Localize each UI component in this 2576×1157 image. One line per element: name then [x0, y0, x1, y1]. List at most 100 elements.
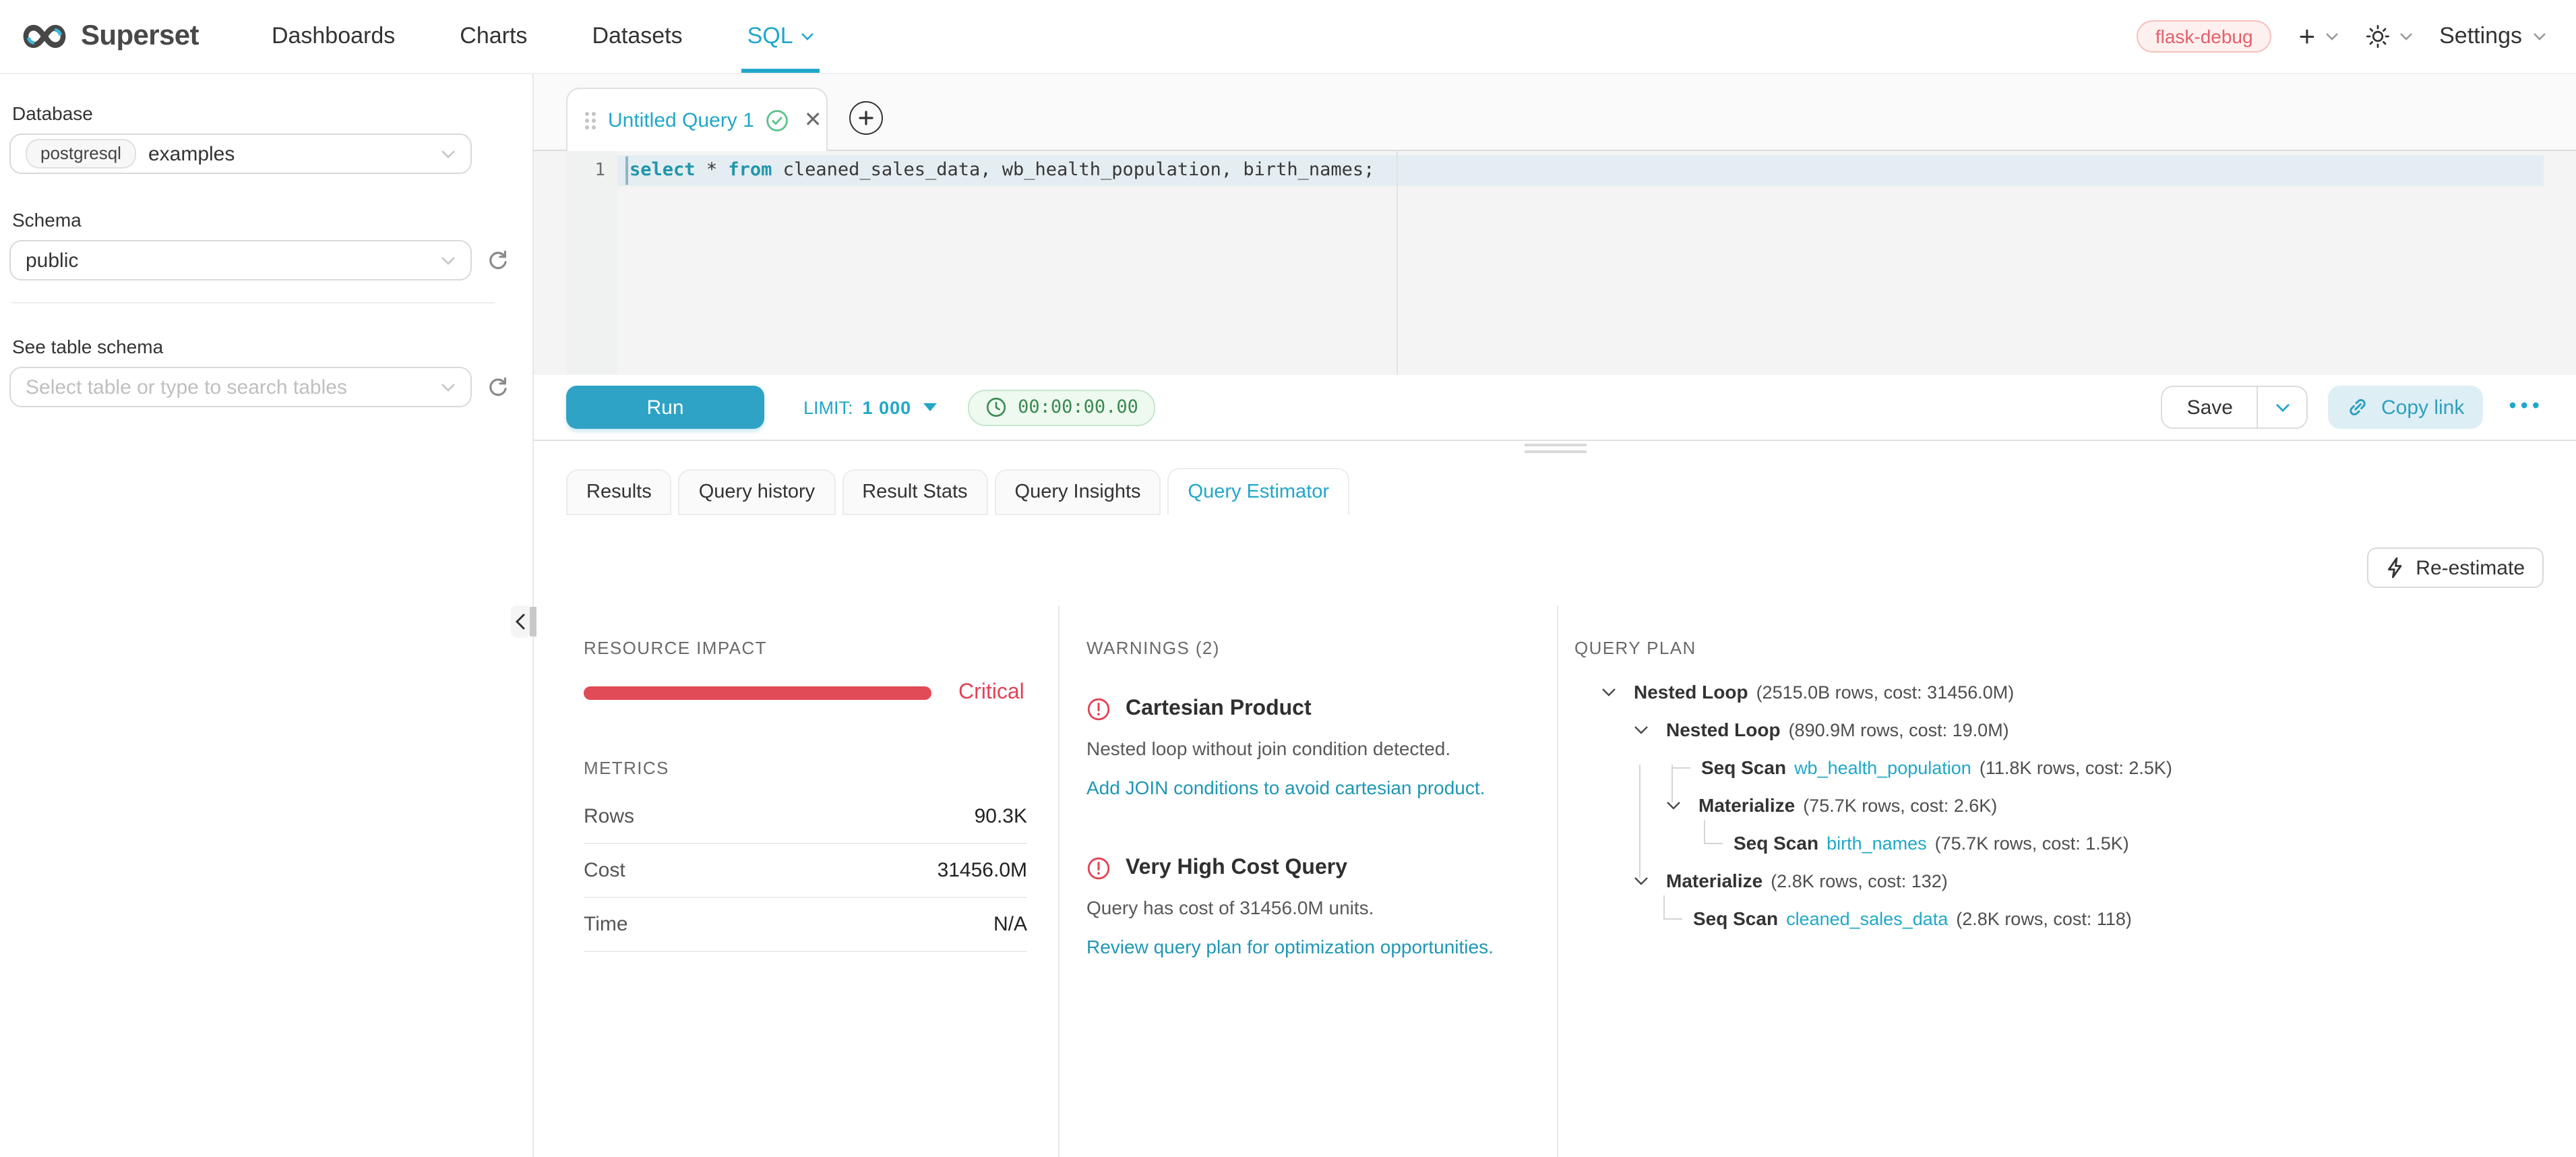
plan-node-nested-loop-inner: Nested Loop (890.9M rows, cost: 19.0M) — [1574, 711, 2549, 748]
settings-menu[interactable]: Settings — [2439, 23, 2546, 50]
warning-suggestion-link[interactable]: Review query plan for optimization oppor… — [1086, 936, 1527, 957]
warnings-section: WARNINGS (2) Cartesian Product Nested lo… — [1058, 605, 1558, 1157]
chevron-down-icon — [2533, 32, 2546, 40]
database-label: Database — [12, 102, 524, 124]
chevron-down-icon — [2275, 403, 2290, 412]
navbar: Superset Dashboards Charts Datasets SQL … — [0, 0, 2576, 74]
reestimate-button[interactable]: Re-estimate — [2367, 547, 2544, 588]
editor-cursor — [625, 156, 628, 185]
tree-connector-line — [1639, 765, 1640, 878]
nav-item-datasets[interactable]: Datasets — [559, 0, 714, 73]
table-schema-label: See table schema — [12, 336, 524, 357]
tree-collapse-caret[interactable] — [1631, 876, 1650, 885]
table-explorer-sidebar: Database postgresql examples Schema publ… — [0, 74, 534, 1157]
nav-item-charts[interactable]: Charts — [427, 0, 559, 73]
save-split-button: Save — [2161, 386, 2308, 429]
limit-dropdown[interactable]: LIMIT:1 000 — [803, 397, 937, 417]
impact-level-label: Critical — [958, 681, 1024, 705]
close-tab-icon[interactable]: ✕ — [804, 107, 822, 134]
tree-connector-line — [1672, 765, 1673, 802]
warning-suggestion-link[interactable]: Add JOIN conditions to avoid cartesian p… — [1086, 777, 1527, 798]
drag-handle-icon[interactable] — [585, 111, 596, 129]
tree-collapse-caret[interactable] — [1599, 687, 1618, 696]
tab-results[interactable]: Results — [566, 469, 672, 515]
refresh-tables-icon[interactable] — [487, 376, 510, 398]
query-tab-title: Untitled Query 1 — [608, 109, 754, 131]
tree-branch-icon — [1672, 767, 1690, 768]
warning-icon — [1086, 856, 1111, 881]
nav-item-sql[interactable]: SQL — [715, 0, 847, 73]
timer-value: 00:00:00.00 — [1018, 396, 1138, 418]
save-options-caret[interactable] — [2257, 387, 2307, 427]
query-saved-check-icon — [766, 109, 789, 131]
splitter-drag-handle[interactable] — [1524, 444, 1586, 457]
nav-item-dashboards[interactable]: Dashboards — [239, 0, 427, 73]
panel-resize-handle[interactable] — [530, 607, 536, 636]
chevron-down-icon — [2399, 32, 2412, 40]
database-select[interactable]: postgresql examples — [9, 134, 472, 174]
new-dropdown[interactable]: + — [2299, 22, 2339, 51]
metric-row-time: Time N/A — [584, 898, 1027, 952]
chevron-left-icon — [515, 614, 526, 630]
line-number: 1 — [566, 155, 605, 186]
theme-dropdown[interactable] — [2365, 24, 2412, 49]
plan-node-seq-scan-wb-health: Seq Scan wb_health_population (11.8K row… — [1574, 748, 2549, 786]
table-select[interactable]: Select table or type to search tables — [9, 367, 472, 407]
editor-gutter: 1 — [566, 151, 617, 375]
query-tab-strip: Untitled Query 1 ✕ — [534, 74, 2576, 151]
sql-editor[interactable]: 1 select * from cleaned_sales_data, wb_h… — [534, 151, 2576, 375]
plan-node-materialize-2: Materialize (2.8K rows, cost: 132) — [1574, 862, 2549, 899]
query-estimator-panel: Re-estimate RESOURCE IMPACT Critical MET… — [534, 515, 2576, 1157]
save-button[interactable]: Save — [2163, 387, 2257, 427]
query-tab[interactable]: Untitled Query 1 ✕ — [566, 88, 828, 151]
chevron-down-icon — [801, 32, 815, 40]
superset-logo-icon — [19, 20, 70, 53]
query-plan-section: QUERY PLAN Nested Loop (2515.0B rows, co… — [1558, 605, 2576, 1157]
database-engine-tag: postgresql — [26, 139, 136, 169]
link-icon — [2348, 396, 2369, 418]
sql-code-line: select * from cleaned_sales_data, wb_hea… — [630, 155, 1374, 186]
schema-select[interactable]: public — [9, 240, 472, 280]
copy-link-button[interactable]: Copy link — [2329, 386, 2483, 429]
tab-query-estimator[interactable]: Query Estimator — [1168, 468, 1350, 515]
caret-down-icon — [923, 403, 937, 411]
impact-progress-bar — [584, 686, 931, 700]
warning-cartesian-product: Cartesian Product Nested loop without jo… — [1086, 697, 1527, 798]
more-actions-button[interactable]: ••• — [2509, 395, 2544, 419]
tab-query-insights[interactable]: Query Insights — [995, 469, 1161, 515]
schema-label: Schema — [12, 209, 524, 231]
query-plan-heading: QUERY PLAN — [1574, 638, 2549, 658]
tree-collapse-caret[interactable] — [1663, 800, 1682, 810]
plan-node-materialize-1: Materialize (75.7K rows, cost: 2.6K) — [1574, 786, 2549, 824]
plan-node-nested-loop-root: Nested Loop (2515.0B rows, cost: 31456.0… — [1574, 673, 2549, 711]
plan-node-seq-scan-cleaned-sales: Seq Scan cleaned_sales_data (2.8K rows, … — [1574, 899, 2549, 937]
warning-icon — [1086, 697, 1111, 721]
lightning-icon — [2386, 557, 2403, 578]
add-query-tab-button[interactable] — [849, 101, 883, 135]
tree-corner-icon — [1663, 895, 1682, 920]
schema-select-value: public — [26, 249, 78, 272]
navbar-right: flask-debug + Settings — [2137, 0, 2546, 73]
tab-query-history[interactable]: Query history — [679, 469, 835, 515]
plus-icon: + — [2299, 22, 2316, 51]
query-timer: 00:00:00.00 — [968, 389, 1156, 425]
table-link[interactable]: cleaned_sales_data — [1786, 908, 1948, 928]
warnings-heading: WARNINGS (2) — [1086, 638, 1527, 658]
table-link[interactable]: wb_health_population — [1794, 757, 1971, 777]
resource-impact-section: RESOURCE IMPACT Critical METRICS Rows 90… — [534, 605, 1058, 1157]
tab-result-stats[interactable]: Result Stats — [842, 469, 987, 515]
query-plan-tree: Nested Loop (2515.0B rows, cost: 31456.0… — [1574, 673, 2549, 937]
nav-menu: Dashboards Charts Datasets SQL — [239, 0, 847, 73]
metric-row-cost: Cost 31456.0M — [584, 844, 1027, 898]
refresh-schemas-icon[interactable] — [487, 249, 510, 272]
resource-impact-heading: RESOURCE IMPACT — [584, 638, 1027, 658]
tree-collapse-caret[interactable] — [1631, 725, 1650, 734]
result-tab-bar: Results Query history Result Stats Query… — [534, 456, 2576, 515]
superset-logo[interactable]: Superset — [19, 0, 199, 73]
metric-row-rows: Rows 90.3K — [584, 790, 1027, 844]
table-link[interactable]: birth_names — [1827, 833, 1927, 853]
editor-print-margin — [1397, 151, 1398, 375]
collapse-sidebar-button[interactable] — [511, 605, 530, 638]
run-button[interactable]: Run — [566, 386, 764, 429]
sun-icon — [2365, 24, 2389, 49]
